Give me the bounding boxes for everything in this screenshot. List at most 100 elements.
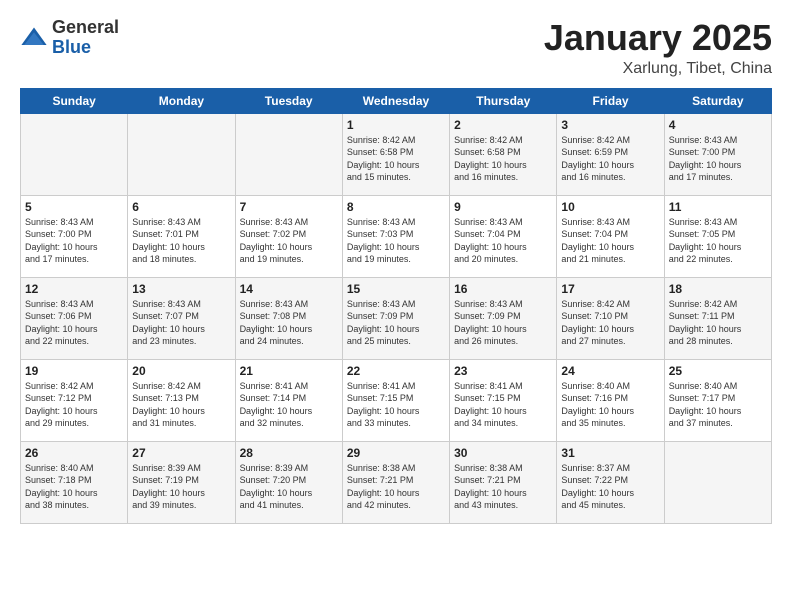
day-detail: Sunrise: 8:42 AMSunset: 7:11 PMDaylight:… — [669, 298, 767, 348]
day-cell: 26 Sunrise: 8:40 AMSunset: 7:18 PMDayligh… — [21, 441, 128, 523]
day-cell: 22 Sunrise: 8:41 AMSunset: 7:15 PMDayligh… — [342, 359, 449, 441]
day-number: 3 — [561, 118, 659, 132]
day-cell: 19 Sunrise: 8:42 AMSunset: 7:12 PMDayligh… — [21, 359, 128, 441]
day-detail: Sunrise: 8:39 AMSunset: 7:20 PMDaylight:… — [240, 462, 338, 512]
day-cell: 14 Sunrise: 8:43 AMSunset: 7:08 PMDayligh… — [235, 277, 342, 359]
day-number: 14 — [240, 282, 338, 296]
day-detail: Sunrise: 8:43 AMSunset: 7:00 PMDaylight:… — [669, 134, 767, 184]
col-monday: Monday — [128, 88, 235, 113]
day-detail: Sunrise: 8:43 AMSunset: 7:01 PMDaylight:… — [132, 216, 230, 266]
day-detail: Sunrise: 8:42 AMSunset: 7:13 PMDaylight:… — [132, 380, 230, 430]
day-detail: Sunrise: 8:43 AMSunset: 7:04 PMDaylight:… — [561, 216, 659, 266]
day-number: 1 — [347, 118, 445, 132]
day-detail: Sunrise: 8:42 AMSunset: 6:58 PMDaylight:… — [454, 134, 552, 184]
day-detail: Sunrise: 8:43 AMSunset: 7:06 PMDaylight:… — [25, 298, 123, 348]
day-cell: 8Sunrise: 8:43 AMSunset: 7:03 PMDaylight… — [342, 195, 449, 277]
day-detail: Sunrise: 8:40 AMSunset: 7:16 PMDaylight:… — [561, 380, 659, 430]
day-detail: Sunrise: 8:42 AMSunset: 6:59 PMDaylight:… — [561, 134, 659, 184]
day-cell: 21Sunrise: 8:41 AMSunset: 7:14 PMDayligh… — [235, 359, 342, 441]
day-detail: Sunrise: 8:41 AMSunset: 7:15 PMDaylight:… — [454, 380, 552, 430]
day-detail: Sunrise: 8:43 AMSunset: 7:08 PMDaylight:… — [240, 298, 338, 348]
day-cell — [664, 441, 771, 523]
day-number: 19 — [25, 364, 123, 378]
day-cell: 1 Sunrise: 8:42 AMSunset: 6:58 PMDaylight… — [342, 113, 449, 195]
col-saturday: Saturday — [664, 88, 771, 113]
day-detail: Sunrise: 8:42 AMSunset: 7:12 PMDaylight:… — [25, 380, 123, 430]
day-number: 17 — [561, 282, 659, 296]
day-number: 24 — [561, 364, 659, 378]
day-cell: 28 Sunrise: 8:39 AMSunset: 7:20 PMDayligh… — [235, 441, 342, 523]
logo-blue: Blue — [52, 37, 91, 57]
day-detail: Sunrise: 8:43 AMSunset: 7:02 PMDaylight:… — [240, 216, 338, 266]
day-number: 29 — [347, 446, 445, 460]
calendar: Sunday Monday Tuesday Wednesday Thursday… — [20, 88, 772, 524]
day-cell: 12 Sunrise: 8:43 AMSunset: 7:06 PMDayligh… — [21, 277, 128, 359]
title-block: January 2025 Xarlung, Tibet, China — [544, 18, 772, 78]
day-number: 26 — [25, 446, 123, 460]
day-cell: 18 Sunrise: 8:42 AMSunset: 7:11 PMDayligh… — [664, 277, 771, 359]
logo-general: General — [52, 17, 119, 37]
day-detail: Sunrise: 8:43 AMSunset: 7:09 PMDaylight:… — [454, 298, 552, 348]
day-cell: 10 Sunrise: 8:43 AMSunset: 7:04 PMDayligh… — [557, 195, 664, 277]
title-month: January 2025 — [544, 18, 772, 58]
day-cell: 11 Sunrise: 8:43 AMSunset: 7:05 PMDayligh… — [664, 195, 771, 277]
day-cell: 3 Sunrise: 8:42 AMSunset: 6:59 PMDaylight… — [557, 113, 664, 195]
day-cell: 30 Sunrise: 8:38 AMSunset: 7:21 PMDayligh… — [450, 441, 557, 523]
day-cell: 31 Sunrise: 8:37 AMSunset: 7:22 PMDayligh… — [557, 441, 664, 523]
day-cell: 17 Sunrise: 8:42 AMSunset: 7:10 PMDayligh… — [557, 277, 664, 359]
day-number: 13 — [132, 282, 230, 296]
day-number: 20 — [132, 364, 230, 378]
day-cell: 4Sunrise: 8:43 AMSunset: 7:00 PMDaylight… — [664, 113, 771, 195]
day-number: 11 — [669, 200, 767, 214]
title-location: Xarlung, Tibet, China — [544, 60, 772, 78]
day-cell: 2Sunrise: 8:42 AMSunset: 6:58 PMDaylight… — [450, 113, 557, 195]
day-detail: Sunrise: 8:38 AMSunset: 7:21 PMDaylight:… — [454, 462, 552, 512]
header: General Blue January 2025 Xarlung, Tibet… — [20, 18, 772, 78]
week-row-4: 19 Sunrise: 8:42 AMSunset: 7:12 PMDayligh… — [21, 359, 772, 441]
day-cell: 13 Sunrise: 8:43 AMSunset: 7:07 PMDayligh… — [128, 277, 235, 359]
day-number: 25 — [669, 364, 767, 378]
col-wednesday: Wednesday — [342, 88, 449, 113]
day-detail: Sunrise: 8:40 AMSunset: 7:18 PMDaylight:… — [25, 462, 123, 512]
day-detail: Sunrise: 8:37 AMSunset: 7:22 PMDaylight:… — [561, 462, 659, 512]
day-cell — [235, 113, 342, 195]
day-cell: 6 Sunrise: 8:43 AMSunset: 7:01 PMDaylight… — [128, 195, 235, 277]
page: General Blue January 2025 Xarlung, Tibet… — [0, 0, 792, 612]
day-number: 28 — [240, 446, 338, 460]
day-detail: Sunrise: 8:42 AMSunset: 7:10 PMDaylight:… — [561, 298, 659, 348]
col-sunday: Sunday — [21, 88, 128, 113]
day-number: 10 — [561, 200, 659, 214]
day-number: 23 — [454, 364, 552, 378]
week-row-1: 1 Sunrise: 8:42 AMSunset: 6:58 PMDaylight… — [21, 113, 772, 195]
day-number: 15 — [347, 282, 445, 296]
day-detail: Sunrise: 8:43 AMSunset: 7:07 PMDaylight:… — [132, 298, 230, 348]
day-number: 5 — [25, 200, 123, 214]
day-detail: Sunrise: 8:43 AMSunset: 7:09 PMDaylight:… — [347, 298, 445, 348]
day-detail: Sunrise: 8:43 AMSunset: 7:05 PMDaylight:… — [669, 216, 767, 266]
day-cell: 25 Sunrise: 8:40 AMSunset: 7:17 PMDayligh… — [664, 359, 771, 441]
day-cell: 23 Sunrise: 8:41 AMSunset: 7:15 PMDayligh… — [450, 359, 557, 441]
day-number: 30 — [454, 446, 552, 460]
week-row-5: 26 Sunrise: 8:40 AMSunset: 7:18 PMDayligh… — [21, 441, 772, 523]
day-detail: Sunrise: 8:42 AMSunset: 6:58 PMDaylight:… — [347, 134, 445, 184]
day-detail: Sunrise: 8:41 AMSunset: 7:15 PMDaylight:… — [347, 380, 445, 430]
day-number: 12 — [25, 282, 123, 296]
day-detail: Sunrise: 8:43 AMSunset: 7:00 PMDaylight:… — [25, 216, 123, 266]
day-detail: Sunrise: 8:40 AMSunset: 7:17 PMDaylight:… — [669, 380, 767, 430]
day-detail: Sunrise: 8:39 AMSunset: 7:19 PMDaylight:… — [132, 462, 230, 512]
day-number: 6 — [132, 200, 230, 214]
day-cell: 27Sunrise: 8:39 AMSunset: 7:19 PMDayligh… — [128, 441, 235, 523]
day-number: 18 — [669, 282, 767, 296]
day-detail: Sunrise: 8:43 AMSunset: 7:04 PMDaylight:… — [454, 216, 552, 266]
day-number: 22 — [347, 364, 445, 378]
day-detail: Sunrise: 8:38 AMSunset: 7:21 PMDaylight:… — [347, 462, 445, 512]
col-thursday: Thursday — [450, 88, 557, 113]
day-detail: Sunrise: 8:43 AMSunset: 7:03 PMDaylight:… — [347, 216, 445, 266]
day-number: 31 — [561, 446, 659, 460]
logo: General Blue — [20, 18, 119, 58]
day-cell: 16Sunrise: 8:43 AMSunset: 7:09 PMDayligh… — [450, 277, 557, 359]
day-cell: 20 Sunrise: 8:42 AMSunset: 7:13 PMDayligh… — [128, 359, 235, 441]
day-cell: 9Sunrise: 8:43 AMSunset: 7:04 PMDaylight… — [450, 195, 557, 277]
day-cell: 24 Sunrise: 8:40 AMSunset: 7:16 PMDayligh… — [557, 359, 664, 441]
day-cell: 7Sunrise: 8:43 AMSunset: 7:02 PMDaylight… — [235, 195, 342, 277]
